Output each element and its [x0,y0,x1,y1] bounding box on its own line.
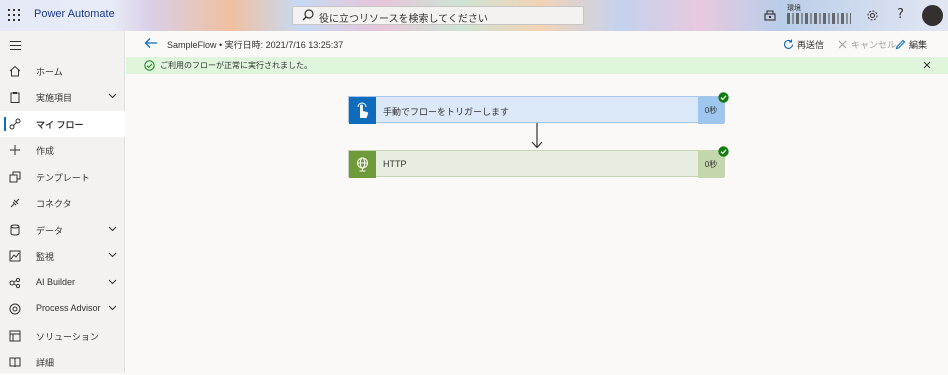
step-success-check-icon [718,146,729,157]
app-launcher-icon[interactable] [8,9,20,21]
settings-gear-icon[interactable] [866,9,879,22]
top-header: Power Automate 役に立つリソースを検索してください 環境 ? [0,0,948,31]
environment-label: 環境 [787,4,801,12]
resubmit-label: 再送信 [797,40,825,50]
nav-item-templates[interactable]: テンプレート [0,164,125,190]
chevron-down-icon[interactable] [108,279,117,285]
success-message-bar: ご利用のフローが正常に実行されました。 [126,57,948,74]
flow-step-http[interactable]: HTTP 0秒 [348,146,729,178]
globe-icon [349,151,376,178]
nav-item-ai-builder[interactable]: AI Builder [0,270,125,296]
nav-item-create[interactable]: 作成 [0,137,125,163]
nav-item-label: AI Builder [36,277,76,287]
nav-item-label: コネクタ [36,199,72,209]
flow-icon [9,118,21,130]
flow-run-title: SampleFlow • 実行日時: 2021/7/16 13:25:37 [167,40,344,50]
nav-item-data[interactable]: データ [0,217,125,243]
nav-item-label: データ [36,226,64,236]
edit-button[interactable]: 編集 [895,38,927,51]
flow-step-manual-trigger[interactable]: 手動でフローをトリガーします 0秒 [348,92,729,124]
nav-item-label: ソリューション [36,332,99,342]
solution-icon [9,330,21,342]
back-arrow-icon[interactable] [144,37,158,49]
database-icon [10,224,20,236]
book-icon [9,357,21,368]
user-avatar[interactable] [922,5,943,26]
chevron-down-icon[interactable] [108,93,117,99]
dismiss-close-icon[interactable] [923,61,931,69]
cancel-label: キャンセル [851,40,897,50]
nav-item-label: 実施項目 [36,93,73,103]
nav-item-home[interactable]: ホーム [0,58,125,84]
template-icon [9,171,21,183]
pencil-icon [895,39,906,50]
step-name: 手動でフローをトリガーします [383,107,510,117]
ai-builder-icon [9,277,21,289]
process-advisor-icon [9,303,21,315]
nav-item-label: 監視 [36,252,55,262]
environment-icon[interactable] [764,9,776,21]
step-success-check-icon [718,92,729,103]
nav-item-label: 作成 [36,146,55,156]
nav-item-my-flows[interactable]: マイ フロー [0,111,125,137]
environment-name-redacted[interactable] [787,13,851,24]
touch-trigger-icon [349,97,376,124]
clipboard-icon [10,92,20,103]
search-placeholder: 役に立つリソースを検索してください [319,14,488,25]
chevron-down-icon[interactable] [108,305,117,311]
nav-item-monitor[interactable]: 監視 [0,243,125,269]
app-title[interactable]: Power Automate [34,8,115,20]
command-bar: SampleFlow • 実行日時: 2021/7/16 13:25:37 再送… [126,31,948,57]
nav-item-label: マイ フロー [36,120,84,130]
connector-icon [10,198,20,208]
close-icon [838,40,847,49]
plus-icon [10,145,20,155]
nav-item-learn[interactable]: 詳細 [0,349,125,375]
nav-item-solutions[interactable]: ソリューション [0,323,125,349]
left-navigation: ホーム 実施項目 マイ フロー 作成 テンプレート コネクタ データ 監視 AI… [0,31,125,373]
nav-item-label: テンプレート [36,173,90,183]
cancel-button[interactable]: キャンセル [837,38,896,51]
success-check-circle-icon [144,60,155,71]
help-icon[interactable]: ? [897,7,904,22]
nav-item-connectors[interactable]: コネクタ [0,190,125,216]
nav-item-process-advisor[interactable]: Process Advisor [0,296,125,322]
chevron-down-icon[interactable] [108,226,117,232]
chevron-down-icon[interactable] [108,252,117,258]
search-box[interactable]: 役に立つリソースを検索してください [292,6,584,25]
resubmit-button[interactable]: 再送信 [783,38,824,51]
nav-item-label: Process Advisor [36,303,101,313]
search-icon [302,9,314,21]
success-message: ご利用のフローが正常に実行されました。 [160,61,312,70]
flow-connector-arrow [531,123,543,149]
nav-item-label: ホーム [36,67,63,77]
nav-item-action-items[interactable]: 実施項目 [0,84,125,110]
home-icon [9,65,21,77]
hamburger-menu-icon[interactable] [10,41,21,50]
monitor-icon [9,250,21,262]
edit-label: 編集 [909,40,928,50]
nav-item-label: 詳細 [36,358,55,368]
step-name: HTTP [383,159,407,169]
refresh-icon [784,39,794,49]
